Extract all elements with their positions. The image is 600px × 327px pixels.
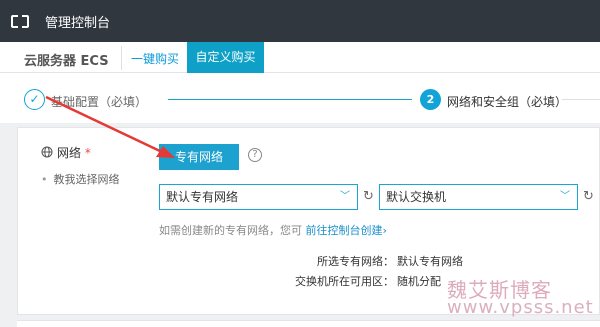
top-navbar: 管理控制台	[0, 0, 600, 42]
selected-vpc-value: 默认专有网络	[397, 255, 463, 268]
refresh-icon[interactable]: ↻	[363, 189, 374, 204]
vswitch-select-value: 默认交换机	[386, 190, 447, 204]
network-help-link[interactable]: • 教我选择网络	[41, 171, 120, 187]
next-section-card	[17, 320, 600, 327]
step2-label: 网络和安全组（必填）	[447, 95, 568, 109]
zone-label: 交换机所在可用区：	[295, 275, 394, 288]
step-connector	[168, 99, 412, 100]
refresh-icon[interactable]: ↻	[583, 189, 594, 204]
help-icon[interactable]: ?	[248, 148, 262, 162]
create-vpc-link[interactable]: 前往控制台创建›	[306, 224, 387, 237]
create-vpc-hint: 如需创建新的专有网络，您可 前往控制台创建›	[159, 224, 387, 237]
required-mark: *	[84, 146, 91, 160]
purchase-steps: ✓ 基础配置（必填） 2 网络和安全组（必填）	[0, 73, 600, 123]
product-name: 云服务器 ECS	[24, 54, 109, 69]
chevron-down-icon: ﹀	[340, 191, 350, 202]
step-connector	[562, 99, 600, 100]
step1-label[interactable]: 基础配置（必填）	[51, 93, 147, 110]
tab-quick-buy[interactable]: 一键购买	[131, 50, 179, 67]
globe-icon	[41, 146, 53, 158]
vswitch-select[interactable]: 默认交换机 ﹀	[379, 184, 578, 210]
check-icon: ✓	[24, 89, 45, 110]
network-section-label: 网络 *	[57, 146, 91, 160]
vpc-select-value: 默认专有网络	[166, 190, 239, 204]
vpc-select[interactable]: 默认专有网络 ﹀	[159, 184, 358, 210]
purchase-tabbar: 云服务器 ECS 一键购买 自定义购买	[0, 42, 600, 73]
vpc-network-button[interactable]: 专有网络	[159, 144, 239, 170]
aliyun-logo-icon[interactable]	[11, 14, 29, 28]
tab-custom-buy[interactable]: 自定义购买	[187, 42, 264, 73]
console-title[interactable]: 管理控制台	[45, 12, 110, 31]
divider	[121, 46, 122, 70]
chevron-down-icon: ﹀	[560, 191, 570, 202]
watermark-url: www.vpsss.net	[447, 297, 594, 318]
zone-value: 随机分配	[397, 275, 441, 288]
step2-number: 2	[420, 89, 441, 110]
selected-vpc-label: 所选专有网络：	[317, 255, 394, 268]
